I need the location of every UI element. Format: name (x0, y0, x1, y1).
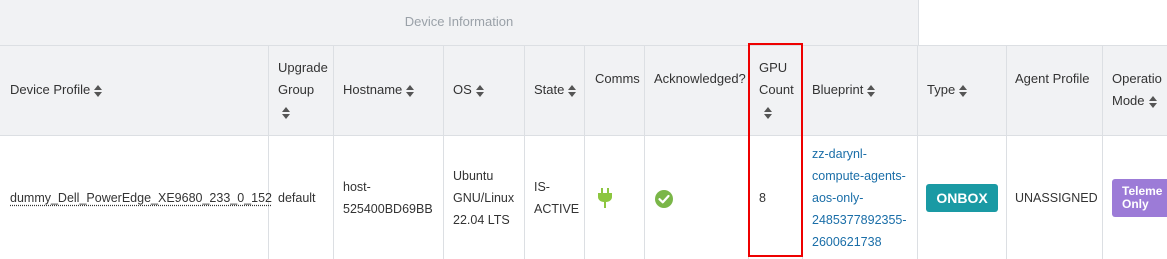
header-device-profile[interactable]: Device Profile (10, 79, 103, 101)
cell-device-profile[interactable]: dummy_Dell_PowerEdge_XE9680_233_0_152 (10, 187, 272, 209)
column-divider (917, 46, 918, 259)
os-line: Ubuntu (453, 169, 494, 183)
sort-icon[interactable] (475, 84, 484, 97)
column-divider (1006, 46, 1007, 259)
gpu-count-highlight-box (748, 43, 803, 257)
header-blueprint-label: Blueprint (812, 82, 864, 97)
header-hostname-label: Hostname (343, 82, 403, 97)
header-os[interactable]: OS (453, 79, 484, 101)
header-device-profile-label: Device Profile (10, 82, 91, 97)
header-state[interactable]: State (534, 79, 577, 101)
header-operation-mode-label: Mode (1112, 90, 1167, 112)
column-divider (333, 46, 334, 259)
column-divider (1102, 46, 1103, 259)
column-divider (524, 46, 525, 259)
header-acknowledged[interactable]: Acknowledged? (654, 68, 746, 90)
operation-mode-line: Only (1122, 197, 1149, 211)
cell-agent-profile: UNASSIGNED (1015, 191, 1098, 205)
cell-upgrade-group: default (278, 191, 316, 205)
type-badge: ONBOX (926, 184, 998, 212)
state-line: IS- (534, 180, 550, 194)
group-header-title: Device Information (404, 14, 514, 29)
header-os-label: OS (453, 82, 472, 97)
cell-hostname: host- 525400BD69BB (343, 176, 433, 220)
header-upgrade-group-label: Upgrade (278, 60, 328, 75)
header-operation-mode[interactable]: Operatio Mode (1112, 68, 1167, 112)
state-line: ACTIVE (534, 202, 580, 216)
operation-mode-badge: Teleme Only (1112, 179, 1167, 217)
blueprint-link[interactable]: 2600621738 (812, 231, 907, 253)
sort-icon[interactable] (94, 84, 103, 97)
column-divider (644, 46, 645, 259)
header-hostname[interactable]: Hostname (343, 79, 415, 101)
cell-blueprint[interactable]: zz-darynl- compute-agents- aos-only- 248… (812, 143, 907, 253)
header-comms[interactable]: Comms (595, 68, 640, 90)
header-type-label: Type (927, 82, 956, 97)
header-state-label: State (534, 82, 565, 97)
blueprint-link[interactable]: zz-darynl- (812, 143, 907, 165)
cell-os: Ubuntu GNU/Linux 22.04 LTS (453, 165, 514, 231)
header-upgrade-group[interactable]: Upgrade Group (278, 57, 328, 123)
sort-icon[interactable] (959, 84, 968, 97)
hostname-line: 525400BD69BB (343, 202, 433, 216)
column-divider (584, 46, 585, 259)
blueprint-link[interactable]: aos-only- (812, 187, 907, 209)
header-operation-mode-label: Operatio (1112, 71, 1162, 86)
sort-icon[interactable] (568, 84, 577, 97)
device-profile-link[interactable]: dummy_Dell_PowerEdge_XE9680_233_0_152 (10, 191, 272, 205)
sort-icon[interactable] (282, 106, 290, 119)
sort-icon[interactable] (1148, 95, 1157, 108)
column-divider (268, 46, 269, 259)
cell-state: IS- ACTIVE (534, 176, 579, 220)
header-upgrade-group-label: Group (278, 82, 315, 97)
check-circle-icon (655, 190, 673, 213)
header-type[interactable]: Type (927, 79, 968, 101)
column-divider (443, 46, 444, 259)
blueprint-link[interactable]: 2485377892355- (812, 209, 907, 231)
os-line: GNU/Linux (453, 191, 515, 205)
group-header-spacer (918, 0, 1167, 46)
sort-icon[interactable] (867, 84, 876, 97)
header-blueprint[interactable]: Blueprint (812, 79, 876, 101)
plug-icon (597, 188, 613, 213)
header-agent-profile[interactable]: Agent Profile (1015, 68, 1089, 90)
os-line: 22.04 LTS (453, 213, 510, 227)
hostname-line: host- (343, 180, 371, 194)
sort-icon[interactable] (406, 84, 415, 97)
blueprint-link[interactable]: compute-agents- (812, 165, 907, 187)
